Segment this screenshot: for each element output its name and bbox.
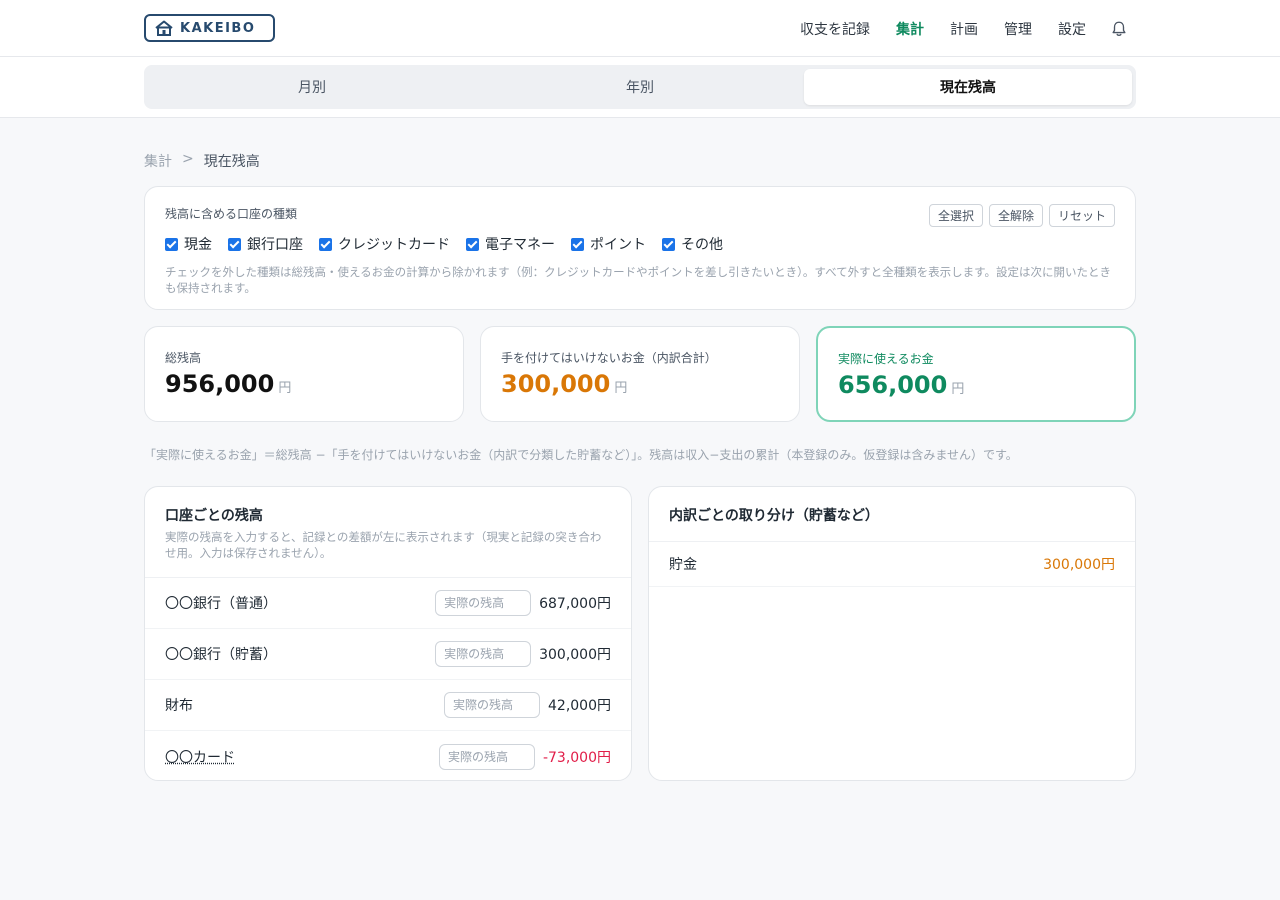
checkbox-checked-icon[interactable] [319,237,332,251]
nav-manage[interactable]: 管理 [1004,19,1032,39]
usable-money-value: 656,000 [838,371,948,399]
stat-unit: 円 [278,381,292,396]
stat-label: 手を付けてはいけないお金（内訳合計） [501,351,717,365]
account-amount: 687,000円 [539,596,611,612]
filter-note: チェックを外した種類は総残高・使えるお金の計算から除かれます（例：クレジットカー… [165,265,1111,295]
account-name: 〇〇銀行（普通） [165,596,277,612]
actual-balance-input[interactable] [438,743,535,770]
checkbox-checked-icon[interactable] [571,237,584,251]
account-row: 財布 42,000円 [145,680,631,731]
stat-label: 実際に使えるお金 [838,352,934,366]
breadcrumb-parent[interactable]: 集計 [144,151,172,171]
account-name[interactable]: 〇〇カード [165,747,439,767]
panel-title: 内訳ごとの取り分け（貯蓄など） [669,508,879,524]
reserved-money-value: 300,000 [501,370,611,398]
account-amount: 300,000円 [539,647,611,663]
view-tabs: 月別 年別 現在残高 [144,65,1136,109]
total-balance-value: 956,000 [165,370,275,398]
nav-plan[interactable]: 計画 [950,19,978,39]
actual-balance-input[interactable] [435,590,532,616]
checkbox-label: クレジットカード [338,237,450,253]
checkbox-checked-icon[interactable] [466,237,479,251]
main-nav: 収支を記録 集計 計画 管理 設定 [774,0,1128,57]
tab-yearly[interactable]: 年別 [476,69,804,105]
stat-unit: 円 [614,381,628,396]
filter-buttons: 全選択 全解除 リセット [928,204,1115,227]
account-row: 〇〇銀行（普通） 687,000円 [145,578,631,629]
checkbox-checked-icon[interactable] [165,237,178,251]
account-name: 〇〇銀行（貯蓄） [165,647,277,663]
account-row: 〇〇カード -73,000円 [145,731,631,782]
breakdown-row: 貯金 300,000円 [649,542,1135,587]
bell-icon[interactable] [1110,20,1128,38]
account-name: 財布 [165,698,193,714]
actual-balance-input[interactable] [435,641,532,667]
formula-note: 「実際に使えるお金」＝総残高 −「手を付けてはいけないお金（内訳で分類した貯蓄な… [144,448,1018,462]
reset-button[interactable]: リセット [1048,204,1115,227]
total-balance-card: 総残高 956,000 円 [144,326,464,422]
checkbox-checked-icon[interactable] [662,237,675,251]
type-checkboxes: 現金 銀行口座 クレジットカード 電子マネー ポイント その他 [165,234,1115,254]
logo-text: KAKEIBO [180,20,256,36]
stat-label: 総残高 [165,351,202,365]
account-amount: 42,000円 [548,698,611,714]
house-icon [155,20,173,36]
tab-current-balance[interactable]: 現在残高 [804,69,1132,105]
checkbox-label: その他 [681,237,723,253]
deselect-all-button[interactable]: 全解除 [988,204,1043,227]
reserved-money-card: 手を付けてはいけないお金（内訳合計） 300,000 円 [480,326,800,422]
account-amount: -73,000円 [542,749,611,766]
nav-record[interactable]: 収支を記録 [800,19,870,39]
breakdown-panel: 内訳ごとの取り分け（貯蓄など） 貯金 300,000円 [648,486,1136,781]
top-bar: KAKEIBO 収支を記録 集計 計画 管理 設定 [0,0,1280,57]
checkbox-label: 現金 [184,237,212,253]
breakdown-name: 貯金 [669,557,697,573]
app-logo[interactable]: KAKEIBO [144,14,275,42]
checkbox-credit-card[interactable]: クレジットカード [319,234,450,254]
usable-money-card: 実際に使えるお金 656,000 円 [816,326,1136,422]
checkbox-label: 銀行口座 [247,237,303,253]
nav-summary[interactable]: 集計 [896,19,924,39]
breadcrumb: 集計 > 現在残高 [144,151,260,171]
account-type-filter: 残高に含める口座の種類 全選択 全解除 リセット 現金 銀行口座 クレジットカー… [144,186,1136,310]
checkbox-label: ポイント [590,237,646,253]
stat-unit: 円 [951,382,965,397]
breakdown-amount: 300,000円 [1043,557,1115,573]
checkbox-label: 電子マネー [485,237,555,253]
account-row: 〇〇銀行（貯蓄） 300,000円 [145,629,631,680]
checkbox-checked-icon[interactable] [228,237,241,251]
checkbox-bank[interactable]: 銀行口座 [228,234,303,254]
select-all-button[interactable]: 全選択 [928,204,983,227]
account-balances-panel: 口座ごとの残高 実際の残高を入力すると、記録との差額が左に表示されます（現実と記… [144,486,632,781]
breadcrumb-separator: > [182,151,194,167]
checkbox-other[interactable]: その他 [662,234,723,254]
checkbox-points[interactable]: ポイント [571,234,646,254]
panel-subtitle: 実際の残高を入力すると、記録との差額が左に表示されます（現実と記録の突き合わせ用… [165,530,602,560]
checkbox-cash[interactable]: 現金 [165,234,212,254]
breadcrumb-current: 現在残高 [203,154,260,170]
nav-settings[interactable]: 設定 [1058,19,1086,39]
checkbox-e-money[interactable]: 電子マネー [466,234,555,254]
panel-title: 口座ごとの残高 [165,508,263,524]
actual-balance-input[interactable] [444,692,540,718]
tab-monthly[interactable]: 月別 [148,69,476,105]
tab-bar: 月別 年別 現在残高 [0,57,1280,118]
